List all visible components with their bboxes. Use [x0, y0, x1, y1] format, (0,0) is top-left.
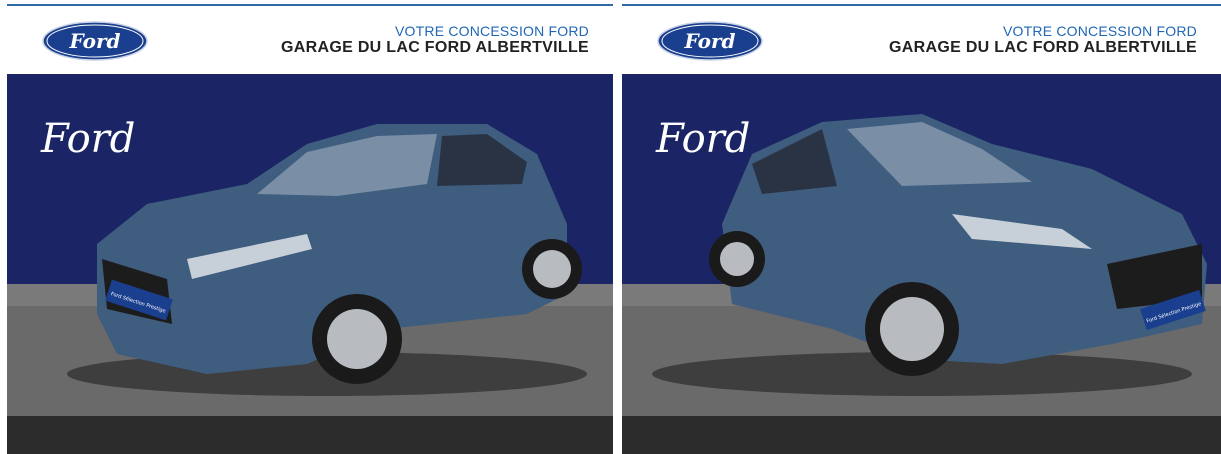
dealer-kicker: VOTRE CONCESSION FORD — [395, 23, 589, 39]
ford-oval-logo: Ford — [657, 21, 763, 61]
dealer-info: VOTRE CONCESSION FORD GARAGE DU LAC FORD… — [281, 23, 589, 57]
dealer-name: GARAGE DU LAC FORD ALBERTVILLE — [281, 39, 589, 57]
listing-header: Ford VOTRE CONCESSION FORD GARAGE DU LAC… — [7, 6, 613, 74]
listing-card-2[interactable]: Ford VOTRE CONCESSION FORD GARAGE DU LAC… — [622, 0, 1221, 454]
listing-footer-band — [622, 416, 1221, 454]
listing-card-1[interactable]: Ford VOTRE CONCESSION FORD GARAGE DU LAC… — [7, 0, 613, 454]
ford-oval-logo: Ford — [42, 21, 148, 61]
logo-text: Ford — [684, 29, 736, 53]
backdrop-script: Ford — [40, 116, 135, 162]
car-photo-illustration: Ford Ford Sélection Prestige — [622, 74, 1221, 416]
dealer-info: VOTRE CONCESSION FORD GARAGE DU LAC FORD… — [889, 23, 1197, 57]
backdrop-script: Ford — [655, 116, 750, 162]
car-photo-illustration: Ford Ford Sélection Prestige — [7, 74, 613, 416]
listing-header: Ford VOTRE CONCESSION FORD GARAGE DU LAC… — [622, 6, 1221, 74]
dealer-name: GARAGE DU LAC FORD ALBERTVILLE — [889, 39, 1197, 57]
vehicle-photo[interactable]: Ford Ford Sélection Prestige — [622, 74, 1221, 416]
logo-text: Ford — [69, 29, 121, 53]
dealer-kicker: VOTRE CONCESSION FORD — [1003, 23, 1197, 39]
listing-footer-band — [7, 416, 613, 454]
vehicle-photo[interactable]: Ford Ford Sélection Prestige — [7, 74, 613, 416]
